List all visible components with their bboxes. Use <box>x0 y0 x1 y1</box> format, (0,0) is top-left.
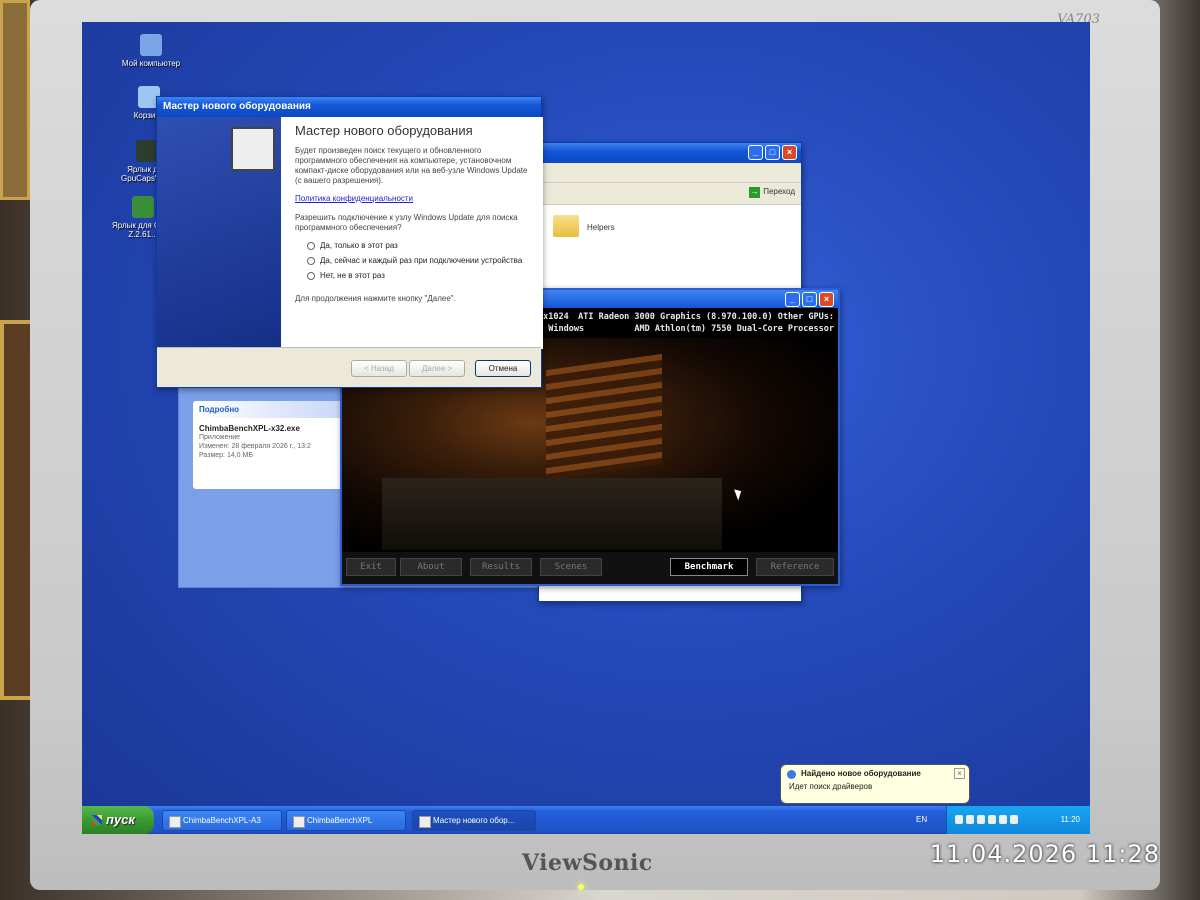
hardware-wizard-icon <box>231 127 275 171</box>
wizard-content: Мастер нового оборудования Будет произве… <box>281 117 543 349</box>
go-label: Переход <box>763 187 795 196</box>
radio-label: Да, сейчас и каждый раз при подключении … <box>320 256 523 265</box>
benchmark-button[interactable]: Benchmark <box>670 558 748 576</box>
start-button[interactable]: пуск <box>82 806 154 834</box>
monitor-brand: ViewSonic <box>522 850 653 876</box>
desktop-icon-my-computer[interactable]: Мой компьютер <box>120 34 182 68</box>
windows-logo-bar <box>539 163 801 183</box>
go-button[interactable]: → Переход <box>749 187 795 198</box>
scene-shelf <box>546 353 662 481</box>
photo-timestamp: 11.04.2026 11:28 <box>929 840 1160 868</box>
about-button[interactable]: About <box>400 558 462 576</box>
battery-tray-icon[interactable] <box>1010 815 1018 824</box>
radio-option-always[interactable]: Да, сейчас и каждый раз при подключении … <box>307 256 529 265</box>
radio-option-not-now[interactable]: Нет, не в этот раз <box>307 271 529 280</box>
wizard-footer: < Назад Далее > Отмена <box>157 347 541 387</box>
radio-option-once[interactable]: Да, только в этот раз <box>307 241 529 250</box>
details-size: Размер: 14,0 МБ <box>199 452 253 459</box>
wizard-question: Разрешить подключение к узлу Windows Upd… <box>295 213 518 232</box>
new-hardware-tray-icon[interactable] <box>955 815 963 824</box>
network-tray-icon[interactable] <box>966 815 974 824</box>
minimize-button[interactable]: _ <box>748 145 763 160</box>
radio-icon <box>307 272 315 280</box>
gpuz-shortcut-icon <box>132 196 154 218</box>
mouse-cursor-icon <box>734 487 744 501</box>
scene-floor <box>382 478 722 550</box>
back-button[interactable]: < Назад <box>351 360 407 377</box>
start-label: пуск <box>106 812 135 827</box>
results-button[interactable]: Results <box>470 558 532 576</box>
privacy-policy-link[interactable]: Политика конфиденциальности <box>295 194 529 203</box>
details-file-name: ChimbaBenchXPL-x32.exe <box>199 424 300 433</box>
scenes-button[interactable]: Scenes <box>540 558 602 576</box>
wizard-continue-hint: Для продолжения нажмите кнопку "Далее". <box>295 294 456 303</box>
go-arrow-icon: → <box>749 187 761 198</box>
desktop-screen: Мой компьютер Корзина Ярлык для GpuCapsV… <box>82 22 1090 834</box>
folder-icon[interactable] <box>553 215 579 237</box>
language-indicator[interactable]: EN <box>916 815 927 824</box>
close-button[interactable]: × <box>782 145 797 160</box>
wizard-titlebar[interactable]: Мастер нового оборудования <box>157 97 541 117</box>
reference-button[interactable]: Reference <box>756 558 834 576</box>
details-panel: Подробно ChimbaBenchXPL-x32.exe Приложен… <box>193 401 345 489</box>
close-button[interactable]: × <box>819 292 834 307</box>
explorer-titlebar[interactable]: _ □ × <box>539 143 801 163</box>
wizard-side-banner <box>157 117 281 349</box>
windows-flag-icon <box>92 815 102 825</box>
info-icon <box>787 770 796 779</box>
details-file-type: Приложение <box>199 434 241 441</box>
minimize-button[interactable]: _ <box>785 292 800 307</box>
exit-button[interactable]: Exit <box>346 558 396 576</box>
gpucaps-shortcut-icon <box>136 140 158 162</box>
system-tray: 11:20 <box>946 806 1090 834</box>
balloon-text: Идет поиск драйверов <box>789 782 873 791</box>
wizard-description: Будет произведен поиск текущего и обновл… <box>295 146 528 185</box>
volume-tray-icon[interactable] <box>977 815 985 824</box>
power-led <box>578 884 584 890</box>
wall-picture-frame <box>0 0 30 200</box>
folder-label[interactable]: Helpers <box>587 223 615 232</box>
security-tray-icon[interactable] <box>988 815 996 824</box>
hud-gpu: ATI Radeon 3000 Graphics (8.970.100.0) O… <box>578 312 834 322</box>
wizard-heading: Мастер нового оборудования <box>295 123 473 138</box>
usb-tray-icon[interactable] <box>999 815 1007 824</box>
taskbar: пуск ChimbaBenchXPL-A3 ChimbaBenchXPL Ма… <box>82 806 1090 834</box>
desktop-icon-label: Мой компьютер <box>121 59 181 68</box>
close-icon[interactable]: × <box>954 768 965 779</box>
details-header[interactable]: Подробно <box>193 401 345 418</box>
maximize-button[interactable]: □ <box>802 292 817 307</box>
hud-os: t Windows <box>538 324 585 334</box>
hud-cpu: AMD Athlon(tm) 7550 Dual-Core Processor <box>634 324 834 334</box>
maximize-button[interactable]: □ <box>765 145 780 160</box>
address-bar[interactable]: → Переход <box>539 183 801 205</box>
radio-label: Нет, не в этот раз <box>320 271 385 280</box>
radio-icon <box>307 257 315 265</box>
cancel-button[interactable]: Отмена <box>475 360 531 377</box>
taskbar-item[interactable]: ChimbaBenchXPL <box>286 810 406 831</box>
taskbar-item[interactable]: ChimbaBenchXPL-A3 <box>162 810 282 831</box>
radio-label: Да, только в этот раз <box>320 241 398 250</box>
my-computer-icon <box>140 34 162 56</box>
clock[interactable]: 11:20 <box>1061 815 1080 824</box>
new-hardware-balloon[interactable]: × Найдено новое оборудование Идет поиск … <box>780 764 970 804</box>
next-button[interactable]: Далее > <box>409 360 465 377</box>
taskbar-item-active[interactable]: Мастер нового обор... <box>412 810 536 831</box>
new-hardware-wizard-window: Мастер нового оборудования Мастер нового… <box>156 96 543 388</box>
radio-icon <box>307 242 315 250</box>
balloon-title: Найдено новое оборудование <box>801 769 921 778</box>
benchmark-toolbar: Exit About Results Scenes Benchmark Refe… <box>342 552 838 584</box>
details-modified: Изменен: 28 февраля 2026 г., 13:2 <box>199 443 311 450</box>
